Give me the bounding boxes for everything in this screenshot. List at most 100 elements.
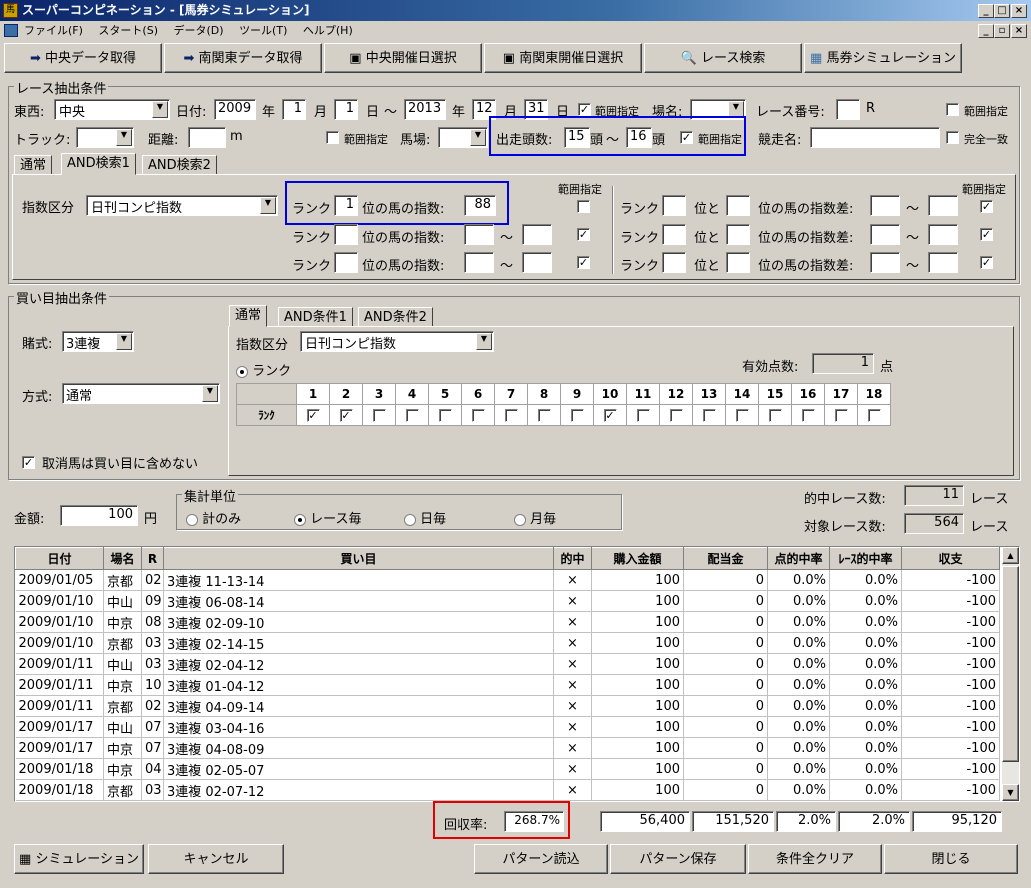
- diff-range-checkbox-3[interactable]: ✓: [980, 256, 993, 269]
- money-input[interactable]: 100: [60, 505, 138, 526]
- rank-17-checkbox[interactable]: [834, 408, 848, 422]
- diff-rank-b-1[interactable]: [726, 195, 750, 216]
- clear-conditions-button[interactable]: 条件全クリア: [748, 844, 882, 874]
- table-row[interactable]: 2009/01/11 京都 02 3連複 04-09-14 × 100 0 0.0% 0.0% -…: [15, 695, 1000, 717]
- range-checkbox-1[interactable]: [577, 200, 590, 213]
- diff-rank-a-3[interactable]: [662, 252, 686, 273]
- distance-input[interactable]: [188, 127, 226, 148]
- table-row[interactable]: 2009/01/17 中京 07 3連複 04-08-09 × 100 0 0.0% 0.0% -…: [15, 737, 1000, 759]
- rank-1-checkbox[interactable]: ✓: [306, 408, 320, 422]
- diff-rank-b-3[interactable]: [726, 252, 750, 273]
- range-checkbox-3[interactable]: ✓: [577, 256, 590, 269]
- diff-rank-b-2[interactable]: [726, 224, 750, 245]
- aggregate-race-radio[interactable]: レース毎: [294, 508, 362, 527]
- mdi-restore-icon[interactable]: ▫: [994, 24, 1010, 38]
- diff-from-1[interactable]: [870, 195, 900, 216]
- nankanto-date-button[interactable]: ▣ 南関東開催日選択: [484, 43, 642, 73]
- rank-16-checkbox[interactable]: [801, 408, 815, 422]
- close-button[interactable]: 閉じる: [884, 844, 1018, 874]
- diff-to-2[interactable]: [928, 224, 958, 245]
- nankanto-data-button[interactable]: ➡ 南関東データ取得: [164, 43, 322, 73]
- date-range-checkbox[interactable]: ✓: [578, 103, 591, 116]
- rank-input-1[interactable]: 1: [334, 195, 358, 216]
- column-header[interactable]: 配当金: [683, 547, 768, 570]
- minimize-icon[interactable]: _: [978, 4, 994, 18]
- distance-range-checkbox[interactable]: [326, 131, 339, 144]
- race-no-input[interactable]: [836, 99, 860, 120]
- table-row[interactable]: 2009/01/10 京都 03 3連複 02-14-15 × 100 0 0.0% 0.0% -…: [15, 632, 1000, 654]
- column-header[interactable]: 購入金額: [591, 547, 684, 570]
- index-to-3[interactable]: [522, 252, 552, 273]
- simulation-tab-button[interactable]: ▦ 馬券シミュレーション: [804, 43, 962, 73]
- rank-12-checkbox[interactable]: [669, 408, 683, 422]
- rank-18-checkbox[interactable]: [867, 408, 881, 422]
- column-header[interactable]: R: [141, 547, 164, 570]
- index-input-1[interactable]: 88: [464, 195, 496, 216]
- rank-5-checkbox[interactable]: [438, 408, 452, 422]
- rank-3-checkbox[interactable]: [372, 408, 386, 422]
- diff-range-checkbox-2[interactable]: ✓: [980, 228, 993, 241]
- starters-from[interactable]: 15: [564, 127, 590, 148]
- vertical-scrollbar[interactable]: ▲ ▼: [1002, 547, 1019, 801]
- column-header[interactable]: 収支: [901, 547, 1000, 570]
- menu-start[interactable]: スタート(S): [98, 24, 158, 37]
- track-select[interactable]: ▼: [76, 127, 134, 148]
- aggregate-total-radio[interactable]: 計のみ: [186, 508, 241, 527]
- cancel-button[interactable]: キャンセル: [148, 844, 284, 874]
- year-from[interactable]: 2009: [214, 99, 256, 120]
- buy-index-kubun-select[interactable]: 日刊コンピ指数 ▼: [300, 331, 494, 352]
- diff-to-1[interactable]: [928, 195, 958, 216]
- index-to-2[interactable]: [522, 224, 552, 245]
- day-from[interactable]: 1: [334, 99, 358, 120]
- aggregate-day-radio[interactable]: 日毎: [404, 508, 446, 527]
- table-row[interactable]: 2009/01/11 中京 10 3連複 01-04-12 × 100 0 0.0% 0.0% -…: [15, 674, 1000, 696]
- menu-tools[interactable]: ツール(T): [239, 24, 287, 37]
- rank-10-checkbox[interactable]: ✓: [603, 408, 617, 422]
- menu-data[interactable]: データ(D): [174, 24, 224, 37]
- maximize-icon[interactable]: □: [994, 4, 1010, 18]
- menu-file[interactable]: ファイル(F): [24, 24, 83, 37]
- month-from[interactable]: 1: [282, 99, 306, 120]
- rank-13-checkbox[interactable]: [702, 408, 716, 422]
- buy-tab-and1[interactable]: AND条件1: [278, 307, 353, 327]
- scroll-up-icon[interactable]: ▲: [1002, 547, 1019, 564]
- central-date-button[interactable]: ▣ 中央開催日選択: [324, 43, 482, 73]
- column-header[interactable]: 買い目: [163, 547, 554, 570]
- close-icon[interactable]: ×: [1011, 4, 1027, 18]
- table-row[interactable]: 2009/01/18 中京 04 3連複 02-05-07 × 100 0 0.0% 0.0% -…: [15, 758, 1000, 780]
- scroll-thumb[interactable]: [1002, 566, 1019, 762]
- houshiki-select[interactable]: 通常 ▼: [62, 383, 220, 404]
- race-search-button[interactable]: 🔍 レース検索: [644, 43, 802, 73]
- baba-select[interactable]: ▼: [438, 127, 488, 148]
- shiki-select[interactable]: 3連複 ▼: [62, 331, 134, 352]
- rank-6-checkbox[interactable]: [471, 408, 485, 422]
- index-kubun-select[interactable]: 日刊コンピ指数 ▼: [86, 195, 278, 216]
- diff-from-2[interactable]: [870, 224, 900, 245]
- menu-help[interactable]: ヘルプ(H): [303, 24, 353, 37]
- cancel-horse-checkbox[interactable]: ✓: [22, 456, 35, 469]
- table-row[interactable]: 2009/01/18 京都 03 3連複 02-07-12 × 100 0 0.0% 0.0% -…: [15, 779, 1000, 801]
- scroll-down-icon[interactable]: ▼: [1002, 784, 1019, 801]
- tab-and2[interactable]: AND検索2: [142, 155, 217, 175]
- table-row[interactable]: 2009/01/17 中山 07 3連複 03-04-16 × 100 0 0.0% 0.0% -…: [15, 716, 1000, 738]
- mdi-minimize-icon[interactable]: _: [978, 24, 994, 38]
- rank-input-3[interactable]: [334, 252, 358, 273]
- load-pattern-button[interactable]: パターン読込: [474, 844, 608, 874]
- rank-7-checkbox[interactable]: [504, 408, 518, 422]
- starters-to[interactable]: 16: [626, 127, 652, 148]
- exact-match-checkbox[interactable]: [946, 131, 959, 144]
- rank-2-checkbox[interactable]: ✓: [339, 408, 353, 422]
- mdi-close-icon[interactable]: ×: [1011, 24, 1027, 38]
- column-header[interactable]: 的中: [553, 547, 592, 570]
- year-to[interactable]: 2013: [404, 99, 446, 120]
- column-header[interactable]: ﾚｰｽ的中率: [829, 547, 902, 570]
- index-from-3[interactable]: [464, 252, 494, 273]
- save-pattern-button[interactable]: パターン保存: [610, 844, 746, 874]
- range-checkbox-2[interactable]: ✓: [577, 228, 590, 241]
- buy-tab-normal[interactable]: 通常: [229, 305, 268, 327]
- race-no-range-checkbox[interactable]: [946, 103, 959, 116]
- table-row[interactable]: 2009/01/10 中京 08 3連複 02-09-10 × 100 0 0.0% 0.0% -…: [15, 611, 1000, 633]
- column-header[interactable]: 点的中率: [767, 547, 830, 570]
- tab-and1[interactable]: AND検索1: [61, 153, 136, 175]
- rank-input-2[interactable]: [334, 224, 358, 245]
